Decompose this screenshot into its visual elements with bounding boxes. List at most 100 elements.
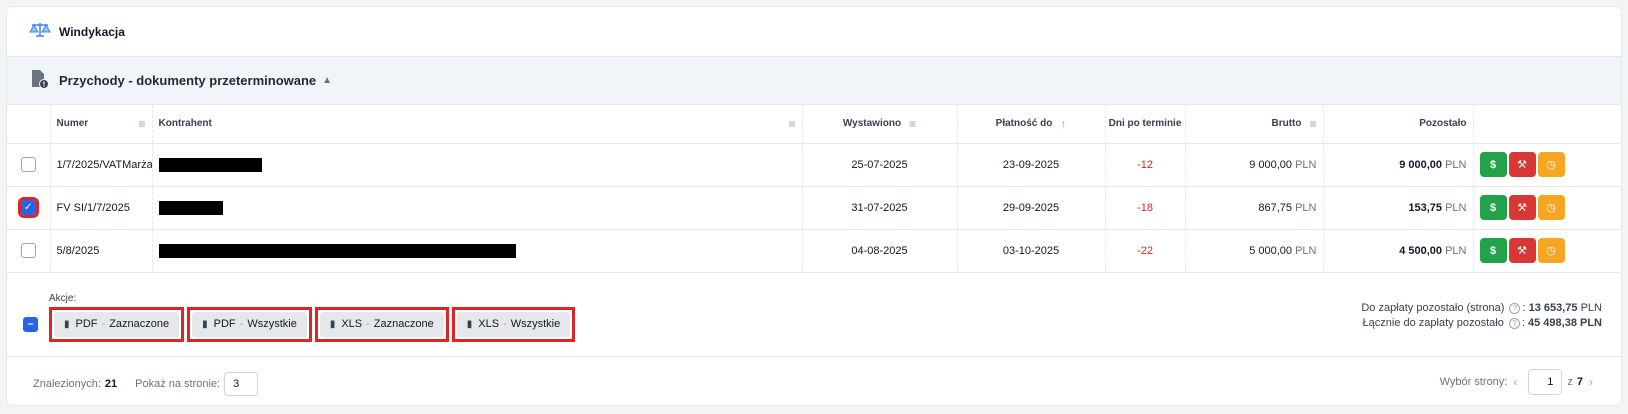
dollar-icon: $	[1489, 201, 1497, 214]
currency: PLN	[1580, 301, 1602, 314]
help-icon[interactable]: ?	[1508, 317, 1520, 329]
clock-icon: ◷	[1546, 245, 1556, 257]
dollar-icon: $	[1489, 158, 1497, 171]
currency: PLN	[1445, 158, 1467, 171]
export-type: PDF	[75, 318, 98, 330]
highlight-frame: ▮ XLS - Wszystkie	[451, 306, 576, 342]
reminder-button[interactable]: ◷	[1537, 195, 1565, 220]
clock-icon: ◷	[1546, 159, 1556, 171]
export-scope: Wszystkie	[247, 318, 297, 330]
page-select-label: Wybór strony:	[1439, 375, 1508, 388]
file-xls-icon: ▮	[466, 318, 473, 330]
cell-kontrahent	[152, 186, 803, 229]
column-header-kontrahent[interactable]: Kontrahent ≡	[152, 105, 803, 143]
amount: 9 000,00	[1249, 158, 1293, 171]
column-header-pozostalo[interactable]: Pozostało	[1323, 105, 1474, 143]
header-actions-cell	[1473, 105, 1621, 143]
hammer-icon: ⚒	[1517, 202, 1527, 214]
column-header-wystawiono[interactable]: Wystawiono ≡	[802, 105, 958, 143]
column-label: Wystawiono	[842, 118, 902, 130]
chevron-left-icon[interactable]: ‹	[1513, 375, 1517, 389]
table-header-row: Numer ≡ Kontrahent ≡ Wystawiono ≡ Płatność …	[7, 105, 1621, 143]
collection-button[interactable]: ⚒	[1508, 238, 1536, 263]
export-pdf-selected-button[interactable]: ▮ PDF - Zaznaczone	[54, 311, 180, 337]
actions-label: Akcje:	[49, 292, 77, 304]
export-type: XLS	[341, 318, 363, 330]
amount: 867,75	[1258, 201, 1293, 214]
reminder-button[interactable]: ◷	[1537, 152, 1565, 177]
export-xls-selected-button[interactable]: ▮ XLS - Zaznaczone	[319, 311, 444, 337]
column-label: Pozostało	[1419, 118, 1467, 130]
sort-arrow-up-icon[interactable]: ↑	[1060, 117, 1066, 131]
redacted-block	[158, 200, 223, 215]
cell-dni: -18	[1105, 186, 1186, 229]
cell-platnosc: 03-10-2025	[957, 229, 1106, 272]
collection-button[interactable]: ⚒	[1508, 152, 1536, 177]
of-label: z	[1567, 375, 1573, 388]
cell-dni: -12	[1105, 143, 1186, 186]
file-pdf-icon: ▮	[64, 318, 70, 330]
column-header-dni[interactable]: Dni po terminie	[1105, 105, 1186, 143]
export-xls-all-button[interactable]: ▮ XLS - Wszystkie	[456, 311, 571, 337]
cell-brutto: 9 000,00 PLN	[1185, 143, 1324, 186]
column-label: Kontrahent	[158, 118, 212, 130]
cell-wystawiono: 04-08-2025	[802, 229, 958, 272]
grand-total-line: Łącznie do zapłaty pozostało ?: 45 498,3…	[1362, 316, 1602, 329]
export-scope: Wszystkie	[510, 318, 561, 330]
cell-platnosc: 29-09-2025	[957, 186, 1106, 229]
payment-button[interactable]: $	[1479, 238, 1507, 263]
export-scope: Zaznaczone	[373, 318, 434, 330]
table-row[interactable]: ✓ FV SI/1/7/2025 31-07-2025 29-09-2025 -…	[7, 186, 1621, 229]
page-number-input[interactable]: 1	[1528, 368, 1563, 395]
collection-button[interactable]: ⚒	[1508, 195, 1536, 220]
cell-kontrahent	[152, 229, 803, 272]
export-buttons: – ▮ PDF - Zaznaczone ▮ PDF - Wszystkie ▮ XLS - Za…	[23, 306, 578, 342]
column-menu-icon[interactable]: ≡	[138, 117, 145, 131]
cell-row-actions: $ ⚒ ◷	[1473, 186, 1621, 229]
column-header-platnosc[interactable]: Płatność do ↑	[957, 105, 1106, 143]
help-icon[interactable]: ?	[1509, 302, 1521, 314]
cell-dni: -22	[1105, 229, 1186, 272]
reminder-button[interactable]: ◷	[1537, 238, 1565, 263]
totals-summary: Do zapłaty pozostało (strona) ?: 13 653,…	[1361, 301, 1602, 331]
cell-row-actions: $ ⚒ ◷	[1473, 229, 1621, 272]
export-type: PDF	[213, 318, 236, 330]
column-menu-icon[interactable]: ≡	[909, 117, 916, 131]
column-header-numer[interactable]: Numer ≡	[50, 105, 153, 143]
cell-brutto: 867,75 PLN	[1185, 186, 1324, 229]
column-header-brutto[interactable]: Brutto ≡	[1185, 105, 1324, 143]
chevron-right-icon[interactable]: ›	[1589, 375, 1593, 389]
cell-pozostalo: 4 500,00 PLN	[1323, 229, 1474, 272]
currency: PLN	[1445, 244, 1467, 257]
pagination: Wybór strony: ‹ 1 z 7 ›	[1439, 368, 1599, 395]
cell-wystawiono: 31-07-2025	[802, 186, 958, 229]
section-header[interactable]: Przychody - dokumenty przeterminowane ▲	[7, 57, 1621, 105]
table-row[interactable]: 1/7/2025/VATMarża 25-07-2025 23-09-2025 …	[7, 143, 1621, 186]
highlight-frame: ▮ XLS - Zaznaczone	[314, 306, 449, 342]
amount: 4 500,00	[1399, 244, 1443, 257]
column-menu-icon[interactable]: ≡	[1309, 117, 1316, 131]
select-all-checkbox[interactable]: –	[23, 316, 38, 332]
header-select-cell	[7, 105, 51, 143]
column-label: Brutto	[1271, 118, 1302, 130]
row-checkbox-checked[interactable]: ✓	[17, 197, 39, 218]
page-total-line: Do zapłaty pozostało (strona) ?: 13 653,…	[1361, 301, 1602, 314]
found-count: 21	[104, 377, 118, 390]
export-scope: Zaznaczone	[109, 318, 170, 330]
column-menu-icon[interactable]: ≡	[788, 117, 795, 131]
amount: 5 000,00	[1249, 244, 1293, 257]
redacted-block	[158, 157, 262, 172]
file-xls-icon: ▮	[329, 318, 336, 330]
currency: PLN	[1295, 201, 1317, 214]
payment-button[interactable]: $	[1479, 195, 1507, 220]
cell-platnosc: 23-09-2025	[957, 143, 1106, 186]
chevron-up-icon[interactable]: ▲	[322, 75, 332, 86]
hammer-icon: ⚒	[1517, 245, 1527, 257]
table-row[interactable]: 5/8/2025 04-08-2025 03-10-2025 -22 5 000…	[7, 229, 1621, 272]
row-checkbox[interactable]	[20, 243, 36, 258]
export-pdf-all-button[interactable]: ▮ PDF - Wszystkie	[192, 311, 307, 337]
payment-button[interactable]: $	[1479, 152, 1507, 177]
total-pages: 7	[1576, 375, 1583, 388]
row-checkbox[interactable]	[20, 157, 36, 172]
per-page-input[interactable]: 3	[224, 371, 259, 396]
